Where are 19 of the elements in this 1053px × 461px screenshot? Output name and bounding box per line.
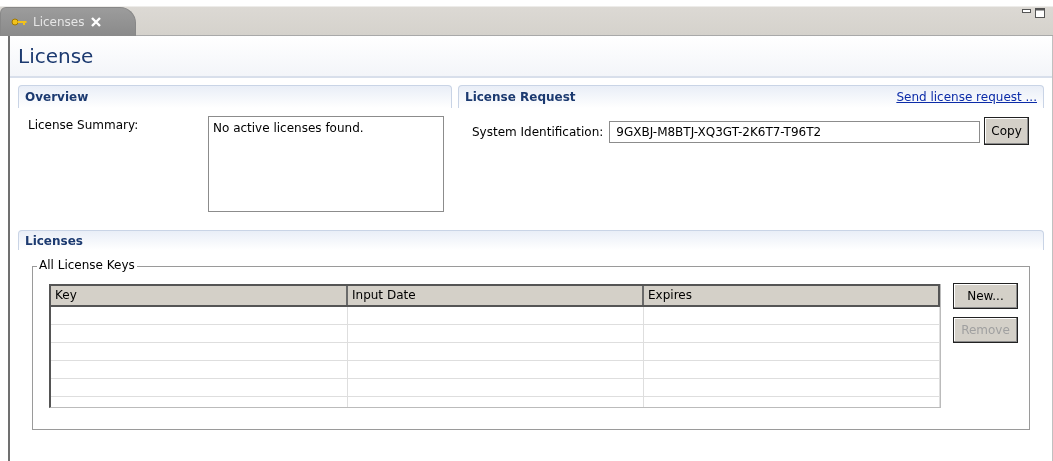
summary-field[interactable]: No active licenses found. (208, 116, 444, 212)
table-button[interactable]: New... (953, 283, 1018, 309)
key-icon (11, 18, 27, 26)
close-icon[interactable] (90, 17, 101, 27)
group-label: All License Keys (37, 258, 137, 272)
maximize-icon[interactable] (1035, 8, 1045, 18)
section-heading: Overview (25, 90, 89, 104)
column-header[interactable]: Input Date (348, 286, 644, 305)
license-table[interactable]: Key Input Date Expires (49, 284, 941, 408)
minimize-icon[interactable] (1022, 8, 1031, 15)
section-heading: Licenses (25, 233, 83, 248)
field-label: License Summary: (27, 117, 140, 132)
field-label: System Identification: (471, 124, 605, 139)
copy-button[interactable]: Copy (984, 117, 1029, 145)
id-field[interactable]: 9GXBJ-M8BTJ-XQ3GT-2K6T7-T96T2 (609, 121, 981, 143)
column-header[interactable]: Expires (644, 286, 940, 305)
section-heading: License Request (465, 90, 576, 104)
column-header[interactable]: Key (51, 286, 348, 305)
send-request-link[interactable]: Send license request ... (896, 90, 1037, 104)
